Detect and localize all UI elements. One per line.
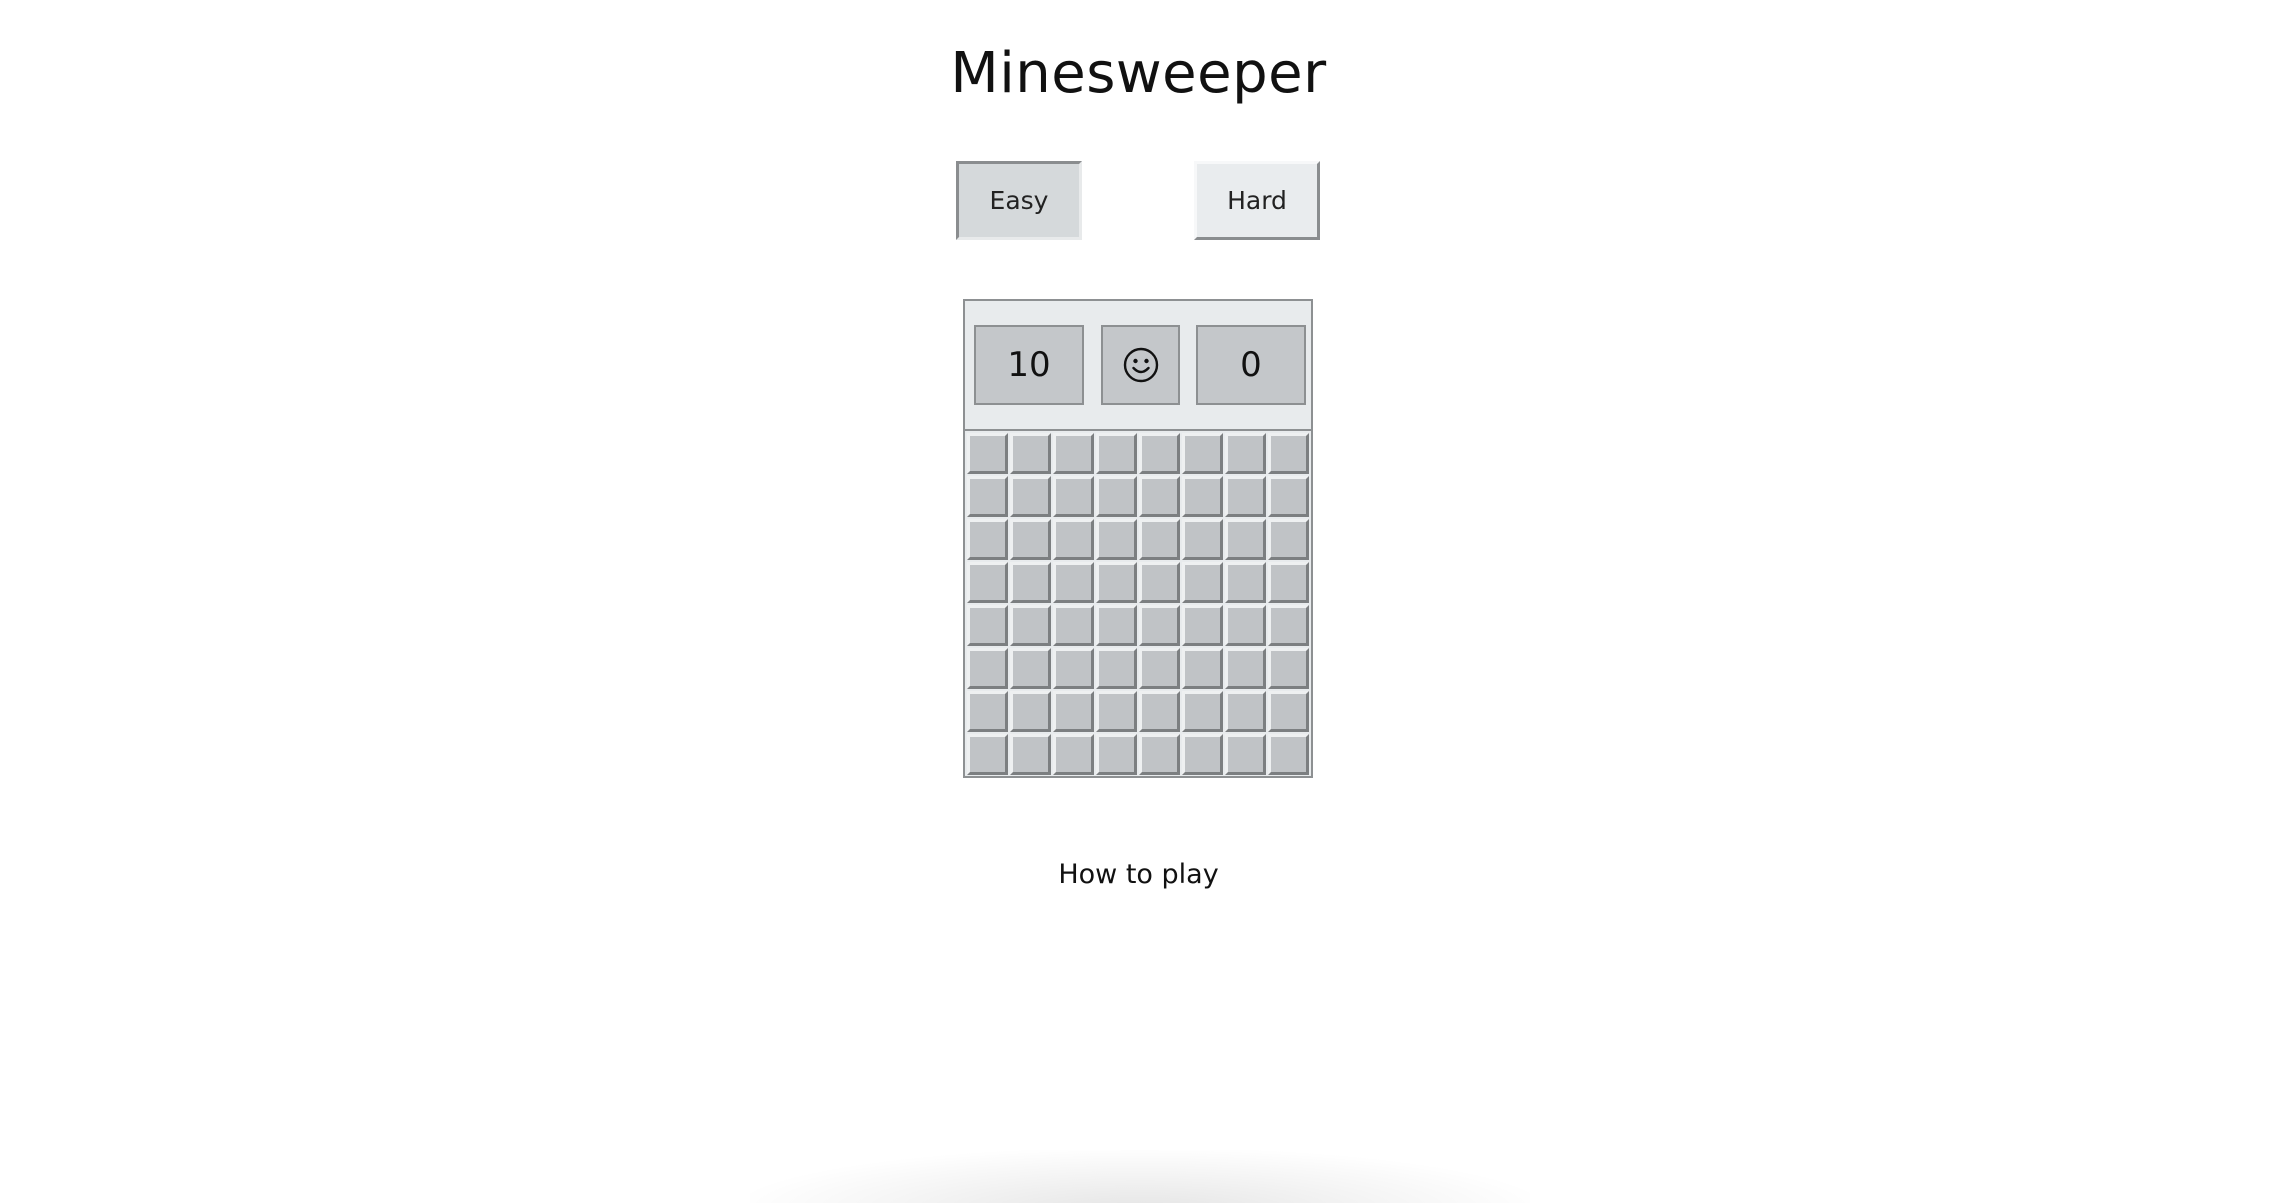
- mine-cell[interactable]: [1053, 734, 1094, 775]
- mine-cell[interactable]: [967, 648, 1008, 689]
- timer-counter: 0: [1196, 325, 1306, 405]
- mine-cell[interactable]: [1010, 691, 1051, 732]
- mine-cell[interactable]: [1139, 433, 1180, 474]
- mine-cell[interactable]: [1010, 519, 1051, 560]
- mine-cell[interactable]: [1225, 433, 1266, 474]
- mine-cell[interactable]: [1096, 476, 1137, 517]
- mine-cell[interactable]: [1096, 691, 1137, 732]
- reset-face-button[interactable]: [1101, 325, 1180, 405]
- mine-cell[interactable]: [1096, 433, 1137, 474]
- mine-cell[interactable]: [967, 691, 1008, 732]
- mine-cell[interactable]: [1268, 519, 1309, 560]
- mine-cell[interactable]: [1010, 648, 1051, 689]
- mine-cell[interactable]: [1182, 648, 1223, 689]
- mine-cell[interactable]: [1182, 734, 1223, 775]
- mine-cell[interactable]: [1182, 433, 1223, 474]
- mine-cell[interactable]: [967, 519, 1008, 560]
- mine-cell[interactable]: [1139, 734, 1180, 775]
- mine-field-grid: [967, 433, 1311, 775]
- mine-cell[interactable]: [1268, 734, 1309, 775]
- mine-cell[interactable]: [1268, 648, 1309, 689]
- mine-cell[interactable]: [1096, 562, 1137, 603]
- game-board: 10 0: [963, 299, 1313, 778]
- mine-cell[interactable]: [1096, 519, 1137, 560]
- mine-cell[interactable]: [1053, 562, 1094, 603]
- page-title: Minesweeper: [950, 41, 1327, 106]
- mine-cell[interactable]: [1182, 562, 1223, 603]
- hard-mode-button[interactable]: Hard: [1194, 161, 1320, 240]
- smiley-face-icon: [1123, 347, 1158, 383]
- mine-cell[interactable]: [1010, 605, 1051, 646]
- mine-cell[interactable]: [1225, 519, 1266, 560]
- mine-cell[interactable]: [1182, 605, 1223, 646]
- easy-mode-button[interactable]: Easy: [956, 161, 1082, 240]
- mine-cell[interactable]: [1139, 605, 1180, 646]
- mine-cell[interactable]: [1139, 476, 1180, 517]
- mine-cell[interactable]: [1268, 476, 1309, 517]
- mine-cell[interactable]: [1096, 605, 1137, 646]
- mine-cell[interactable]: [1225, 648, 1266, 689]
- mine-cell[interactable]: [967, 734, 1008, 775]
- minesweeper-page: Minesweeper Easy Hard 10 0 How to play: [0, 0, 2277, 1203]
- mine-cell[interactable]: [1053, 605, 1094, 646]
- mine-cell[interactable]: [1182, 476, 1223, 517]
- mine-cell[interactable]: [1053, 691, 1094, 732]
- mine-cell[interactable]: [1225, 691, 1266, 732]
- mine-cell[interactable]: [1139, 519, 1180, 560]
- bottom-shadow: [750, 1150, 1530, 1203]
- mine-cell[interactable]: [1139, 648, 1180, 689]
- mine-cell[interactable]: [967, 433, 1008, 474]
- mine-cell[interactable]: [1225, 476, 1266, 517]
- mine-cell[interactable]: [1010, 433, 1051, 474]
- mine-cell[interactable]: [1010, 734, 1051, 775]
- mine-cell[interactable]: [1053, 648, 1094, 689]
- mine-cell[interactable]: [1010, 562, 1051, 603]
- mine-cell[interactable]: [1225, 734, 1266, 775]
- mine-cell[interactable]: [1053, 519, 1094, 560]
- how-to-play-link[interactable]: How to play: [0, 857, 2277, 893]
- mine-cell[interactable]: [967, 562, 1008, 603]
- status-panel: 10 0: [965, 301, 1311, 431]
- mine-cell[interactable]: [1268, 691, 1309, 732]
- mine-cell[interactable]: [1225, 562, 1266, 603]
- mine-cell[interactable]: [1096, 734, 1137, 775]
- mine-cell[interactable]: [1053, 476, 1094, 517]
- mine-cell[interactable]: [1268, 605, 1309, 646]
- mine-cell[interactable]: [1139, 691, 1180, 732]
- mine-cell[interactable]: [1268, 433, 1309, 474]
- mine-cell[interactable]: [1225, 605, 1266, 646]
- mine-cell[interactable]: [967, 476, 1008, 517]
- mine-cell[interactable]: [967, 605, 1008, 646]
- mine-cell[interactable]: [1010, 476, 1051, 517]
- mine-cell[interactable]: [1182, 519, 1223, 560]
- mines-remaining-counter: 10: [974, 325, 1084, 405]
- mine-cell[interactable]: [1053, 433, 1094, 474]
- mine-cell[interactable]: [1139, 562, 1180, 603]
- mine-cell[interactable]: [1268, 562, 1309, 603]
- mine-cell[interactable]: [1096, 648, 1137, 689]
- mine-cell[interactable]: [1182, 691, 1223, 732]
